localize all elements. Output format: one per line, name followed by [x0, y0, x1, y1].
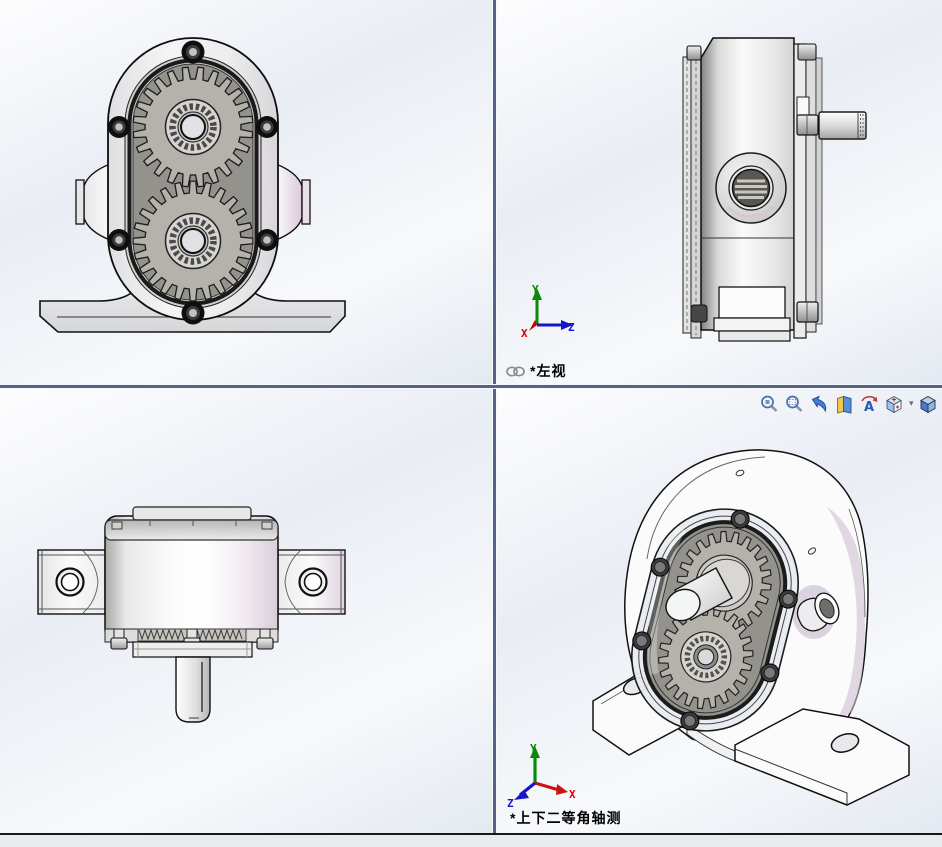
viewport-isometric[interactable]: A ▾ ▾ Y X Z *上下二等角轴测 — [497, 389, 942, 833]
drive-shaft-top — [175, 656, 211, 723]
viewport-top[interactable] — [0, 389, 492, 833]
top-view-model[interactable] — [0, 389, 492, 833]
viewport-left[interactable]: Y Z X *左视 — [497, 0, 942, 384]
viewport-front[interactable] — [0, 0, 492, 384]
triad-x-label: X — [521, 327, 528, 340]
triad-x-label: X — [569, 788, 576, 801]
left-flange — [37, 549, 106, 615]
pump-foot-side — [713, 286, 791, 342]
right-flange — [277, 549, 346, 615]
section-view-icon[interactable] — [833, 393, 855, 414]
zoom-to-area-icon[interactable] — [783, 393, 805, 414]
zoom-to-fit-icon[interactable] — [758, 393, 780, 414]
status-bar — [0, 833, 942, 847]
view-orientation-icon[interactable] — [883, 393, 905, 414]
triad-y-label: Y — [530, 742, 537, 755]
viewport-name-text: *上下二等角轴测 — [510, 810, 622, 826]
port-boss — [715, 152, 787, 224]
link-icon — [506, 365, 525, 377]
upper-bearing — [164, 98, 222, 156]
previous-view-icon[interactable] — [808, 393, 830, 414]
triad-y-label: Y — [532, 283, 539, 296]
viewport-name-label: *左视 — [506, 361, 566, 381]
drive-shaft-side — [818, 111, 867, 140]
triad-z-label: Z — [568, 321, 575, 334]
orientation-triad: Y Z X — [521, 283, 575, 340]
lower-bearing — [164, 212, 222, 270]
discharge-port — [275, 162, 303, 242]
viewport-name-text: *左视 — [530, 363, 567, 379]
viewport-splitter-horizontal[interactable] — [0, 384, 942, 389]
svg-text:A: A — [864, 400, 874, 414]
viewport-name-label: *上下二等角轴测 — [510, 808, 621, 828]
viewport-splitter-vertical[interactable] — [492, 0, 497, 833]
graphics-area: Y Z X *左视 A ▾ Y X Z *上下二等角轴测 — [0, 0, 942, 847]
orientation-triad: Y X Z — [507, 742, 576, 809]
suction-port — [83, 162, 111, 242]
rotate-view-icon[interactable]: A — [858, 393, 880, 414]
display-style-icon[interactable] — [917, 393, 939, 414]
view-orientation-dropdown[interactable]: ▾ — [909, 398, 914, 409]
heads-up-view-toolbar: A ▾ ▾ — [758, 393, 942, 414]
front-view-model[interactable] — [0, 0, 492, 384]
